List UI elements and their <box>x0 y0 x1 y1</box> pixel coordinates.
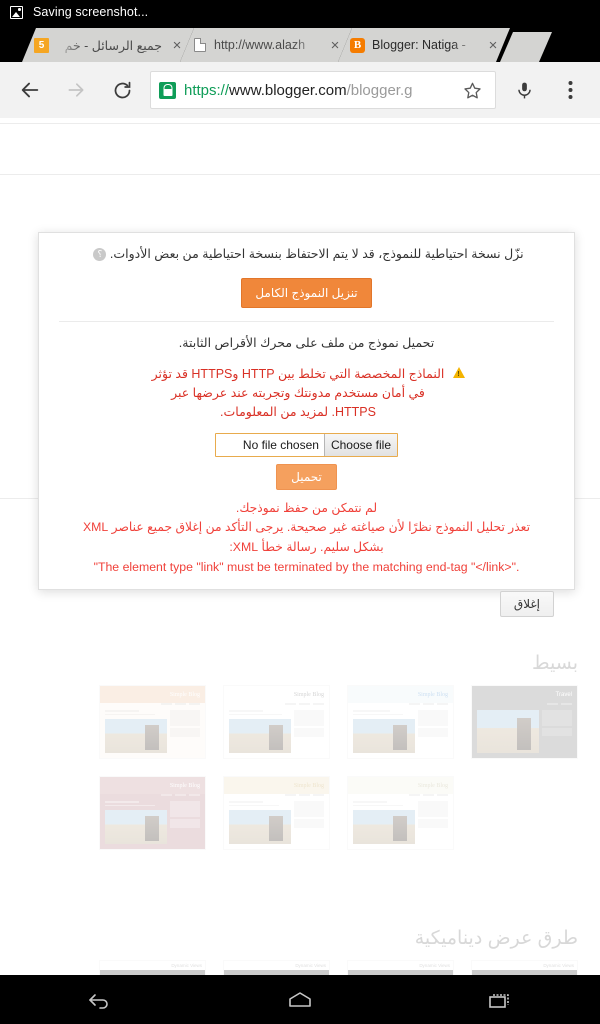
document-icon <box>192 38 207 53</box>
thumb-title: Simple Blog <box>224 777 329 794</box>
template-thumbnail-travel[interactable]: Travel <box>471 685 578 759</box>
error-line-4: "The element type "link" must be termina… <box>93 559 520 574</box>
template-thumbnail[interactable]: Simple Blog <box>347 685 454 759</box>
voice-search-button[interactable] <box>502 68 546 112</box>
page-viewport: نزّل نسخة احتياطية للنموذج، قد لا يتم ال… <box>0 118 600 975</box>
home-icon[interactable] <box>260 981 340 1019</box>
thumb-title: Dynamic Views <box>171 963 202 968</box>
omnibox-url: https://www.blogger.com/blogger.g <box>184 82 449 99</box>
file-name-value: No file chosen <box>242 437 319 452</box>
forward-button <box>54 68 98 112</box>
secure-lock-icon <box>159 81 176 99</box>
thumb-title: Dynamic Views <box>419 963 450 968</box>
upload-template-dialog: نزّل نسخة احتياطية للنموذج، قد لا يتم ال… <box>38 232 575 618</box>
orange-5-icon: 5 <box>34 37 49 53</box>
template-row: Dynamic Views Dynamic Views Dynamic View… <box>22 960 578 975</box>
section-heading: طرق عرض ديناميكية <box>414 928 578 949</box>
browser-toolbar: https://www.blogger.com/blogger.g <box>0 62 600 118</box>
browser-tab-2[interactable]: B Blogger: Natiga - × <box>338 28 510 62</box>
upload-label: تحميل نموذج من ملف على محرك الأقراص الثا… <box>178 335 435 350</box>
close-icon[interactable]: × <box>485 37 501 53</box>
thumb-title: Simple Blog <box>100 686 205 703</box>
template-section-dynamic: طرق عرض ديناميكية Dynamic Views Dynamic <box>0 923 600 975</box>
template-thumbnail[interactable]: Simple Blog <box>223 776 330 850</box>
url-host: www.blogger.com <box>229 81 347 99</box>
backup-note-text: نزّل نسخة احتياطية للنموذج، قد لا يتم ال… <box>109 247 524 261</box>
divider <box>59 320 554 322</box>
omnibox[interactable]: https://www.blogger.com/blogger.g <box>150 71 496 109</box>
template-thumbnail[interactable]: Simple Blog <box>99 685 206 759</box>
template-thumbnail[interactable]: Simple Blog <box>99 776 206 850</box>
android-status-bar: Saving screenshot... <box>0 0 600 24</box>
status-bar-text: Saving screenshot... <box>33 5 149 19</box>
choose-file-button[interactable]: Choose file <box>323 433 397 456</box>
template-thumbnail[interactable]: Dynamic Views <box>99 960 206 975</box>
warning-triangle-icon <box>453 366 465 380</box>
https-warning: النماذج المخصصة التي تخلط بين HTTP وHTTP… <box>59 365 554 423</box>
template-thumbnail[interactable]: Simple Blog <box>223 685 330 759</box>
browser-tab-1[interactable]: http://www.alazh × <box>180 28 352 62</box>
url-scheme: https:// <box>184 81 230 99</box>
android-nav-bar <box>0 975 600 1024</box>
browser-menu-button[interactable] <box>548 68 592 112</box>
back-button[interactable] <box>8 68 52 112</box>
template-row: Travel Simple Blog Simple Blog Simple Bl… <box>22 685 578 759</box>
recents-icon[interactable] <box>460 981 540 1019</box>
thumb-title: Simple Blog <box>100 777 205 794</box>
section-heading: بسيط <box>531 653 578 674</box>
template-thumbnail[interactable]: Simple Blog <box>347 776 454 850</box>
screenshot-icon <box>10 5 23 19</box>
download-full-template-button[interactable]: تنزيل النموذج الكامل <box>241 277 372 308</box>
thumb-title: Simple Blog <box>348 686 453 703</box>
thumb-title: Dynamic Views <box>543 963 574 968</box>
url-path: /blogger.g <box>346 81 413 99</box>
backup-note: نزّل نسخة احتياطية للنموذج، قد لا يتم ال… <box>59 245 554 264</box>
error-line-1: لم نتمكن من حفظ نموذجك. <box>235 500 378 515</box>
thumb-title: Simple Blog <box>348 777 453 794</box>
thumb-title: Dynamic Views <box>295 963 326 968</box>
template-thumbnail[interactable]: Dynamic Views <box>223 960 330 975</box>
template-row: Simple Blog Simple Blog Simple Blog <box>22 776 578 850</box>
help-icon[interactable]: ؟ <box>93 248 107 262</box>
thumb-title: Travel <box>555 691 572 698</box>
error-line-2: تعذر تحليل النموذج نظرًا لأن صياغته غير … <box>82 520 531 535</box>
bookmark-star-icon[interactable] <box>457 71 487 109</box>
favicon-label: B <box>350 37 365 53</box>
upload-button[interactable]: تحميل <box>276 463 337 490</box>
tab-title: Blogger: Natiga - <box>372 38 466 52</box>
error-message: لم نتمكن من حفظ نموذجك. تعذر تحليل النمو… <box>59 499 554 578</box>
browser-tab-0[interactable]: 5 جميع الرسائل - خم × <box>22 28 194 62</box>
thumb-title: Simple Blog <box>224 686 329 703</box>
favicon-label: 5 <box>34 37 49 53</box>
template-thumbnail[interactable]: Dynamic Views <box>347 960 454 975</box>
tab-title: http://www.alazh <box>214 38 306 52</box>
reload-button[interactable] <box>100 68 144 112</box>
template-section-simple: بسيط Travel Simple Blog Simple Blog Simp… <box>0 648 600 850</box>
error-line-3: بشكل سليم. رسالة خطأ XML: <box>229 539 384 554</box>
back-icon[interactable] <box>60 981 140 1019</box>
template-thumbnail[interactable]: Dynamic Views <box>471 960 578 975</box>
tab-title: جميع الرسائل - خم <box>64 38 162 53</box>
close-dialog-button[interactable]: إغلاق <box>499 591 554 618</box>
template-file-input[interactable]: No file chosen Choose file <box>215 432 398 457</box>
blogger-icon: B <box>350 37 365 53</box>
browser-tab-strip: 5 جميع الرسائل - خم × http://www.alazh × <box>0 24 600 62</box>
